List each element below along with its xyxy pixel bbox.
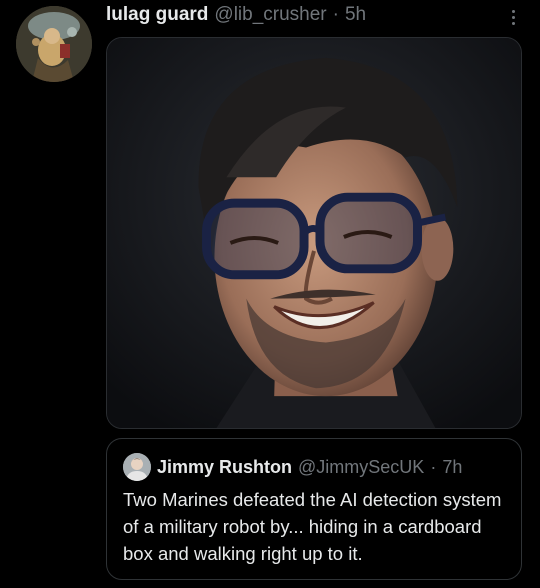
quoted-author-handle[interactable]: @JimmySecUK <box>298 457 424 478</box>
profile-avatar-photo-icon <box>123 453 151 481</box>
quoted-tweet-timestamp[interactable]: 7h <box>442 457 462 478</box>
quoted-tweet-text: Two Marines defeated the AI detection sy… <box>123 489 502 564</box>
tweet-timestamp[interactable]: 5h <box>345 4 366 26</box>
quoted-author-avatar[interactable] <box>123 453 151 481</box>
author-avatar[interactable] <box>16 6 92 82</box>
quoted-author-display-name[interactable]: Jimmy Rushton <box>157 457 292 478</box>
separator-dot: · <box>430 456 437 477</box>
more-dot-icon <box>511 21 515 25</box>
quoted-tweet-header: Jimmy Rushton @JimmySecUK · 7h <box>157 453 462 481</box>
profile-avatar-painting-icon <box>16 6 92 82</box>
more-dot-icon <box>511 15 515 19</box>
tweet-header: lulag guard @lib_crusher · 5h <box>106 2 486 28</box>
author-display-name[interactable]: lulag guard <box>106 4 208 26</box>
quoted-tweet[interactable]: Jimmy Rushton @JimmySecUK · 7h Two Marin… <box>106 438 522 580</box>
tweet-media-photo[interactable] <box>106 37 522 429</box>
separator-dot: · <box>332 4 339 25</box>
more-options-button[interactable] <box>500 4 526 30</box>
more-dot-icon <box>511 9 515 13</box>
portrait-photo <box>107 38 521 428</box>
author-handle[interactable]: @lib_crusher <box>214 4 326 26</box>
tweet[interactable]: lulag guard @lib_crusher · 5h Jimmy Rush… <box>0 0 540 588</box>
